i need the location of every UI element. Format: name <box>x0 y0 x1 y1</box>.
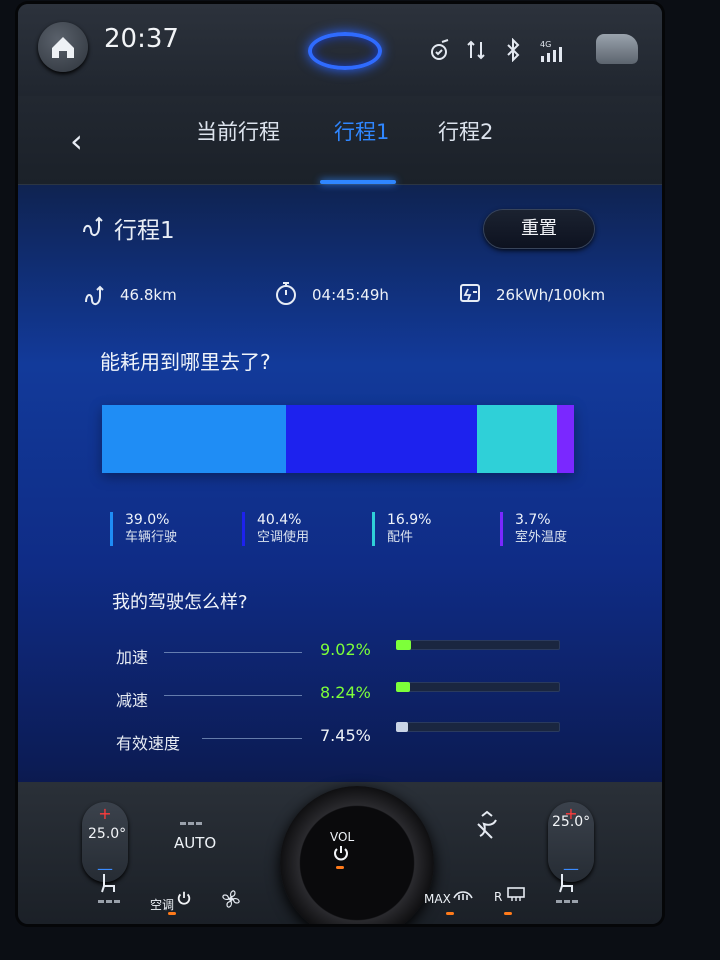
efficient-speed-value: 7.45% <box>320 726 371 745</box>
power-icon[interactable] <box>332 844 350 866</box>
ac-power-icon[interactable] <box>176 890 192 910</box>
left-temp-plus-icon[interactable]: + <box>82 804 128 823</box>
active-tab-indicator <box>320 180 396 184</box>
left-temp-value: 25.0° <box>88 826 127 842</box>
max-defrost-label[interactable]: MAX <box>424 892 451 906</box>
accel-leader-line <box>164 652 302 653</box>
driving-question: 我的驾驶怎么样? <box>112 592 248 613</box>
route-icon <box>80 214 104 242</box>
efficient-speed-leader-line <box>202 738 302 739</box>
legend-accessories-percent: 16.9% <box>387 512 432 528</box>
efficient-speed-fill <box>396 722 409 732</box>
tab-current-trip[interactable]: 当前行程 <box>196 116 280 146</box>
decel-track <box>396 682 560 692</box>
brand-logo[interactable] <box>308 32 382 70</box>
tab-trip-2[interactable]: 行程2 <box>438 116 493 146</box>
seat-heat-left-icon[interactable] <box>98 872 120 898</box>
cellular-4g-icon: 4G <box>538 38 564 69</box>
legend-ac-label: 空调使用 <box>257 530 310 545</box>
rear-defrost-indicator <box>504 912 512 915</box>
legend-ac-percent: 40.4% <box>257 512 302 528</box>
left-temp-control[interactable]: + — <box>82 802 128 882</box>
accel-fill <box>396 640 411 650</box>
accel-value: 9.02% <box>320 640 371 659</box>
driver-assist-icon <box>428 38 452 67</box>
seat-heat-right-level <box>556 900 578 903</box>
legend-outside-temp-percent: 3.7% <box>515 512 551 528</box>
accel-label: 加速 <box>116 648 149 667</box>
reset-button[interactable]: 重置 <box>484 210 594 248</box>
ac-label: 空调 <box>150 898 175 912</box>
seat-heat-right-icon[interactable] <box>556 872 578 898</box>
energy-segment-outside-temp <box>556 405 574 473</box>
auto-indicator-dots <box>180 822 202 825</box>
bluetooth-icon <box>502 37 524 67</box>
energy-distribution-bar <box>102 405 574 473</box>
legend-accessories: 16.9% 配件 <box>372 512 431 546</box>
energy-question: 能耗用到哪里去了? <box>100 350 271 374</box>
legend-outside-temp-label: 室外温度 <box>515 530 568 545</box>
energy-consumption: 26kWh/100km <box>496 286 606 304</box>
legend-driving-label: 车辆行驶 <box>125 530 178 545</box>
rear-defrost-label[interactable]: R <box>494 890 502 904</box>
infotainment-screen: 20:37 4G ‹ 当前行程 行程1 行程2 行程1 重置 46.8km 04… <box>18 4 662 924</box>
front-defrost-icon[interactable] <box>452 886 474 908</box>
home-icon <box>52 37 74 58</box>
legend-driving-percent: 39.0% <box>125 512 170 528</box>
ac-indicator <box>168 912 176 915</box>
energy-segment-driving <box>102 405 287 473</box>
distance-icon <box>82 282 106 310</box>
fan-speed-icon[interactable] <box>220 888 242 914</box>
svg-text:4G: 4G <box>540 40 551 49</box>
energy-segment-ac <box>286 405 477 473</box>
efficient-speed-track <box>396 722 560 732</box>
auto-button[interactable]: AUTO <box>174 834 216 852</box>
clock: 20:37 <box>104 24 179 54</box>
stopwatch-icon <box>274 280 298 310</box>
vol-label: VOL <box>330 830 355 844</box>
back-chevron-icon[interactable]: ‹ <box>70 122 83 160</box>
tab-trip-1[interactable]: 行程1 <box>334 116 389 146</box>
rear-defrost-icon[interactable] <box>506 886 526 906</box>
fan-settings-icon[interactable] <box>474 810 500 846</box>
trip-title: 行程1 <box>114 218 175 244</box>
trip-duration: 04:45:49h <box>312 286 389 304</box>
legend-ac: 40.4% 空调使用 <box>242 512 309 546</box>
energy-consumption-icon <box>458 280 484 310</box>
efficient-speed-label: 有效速度 <box>116 734 181 753</box>
decel-label: 减速 <box>116 691 149 710</box>
power-indicator <box>336 866 344 869</box>
legend-accessories-label: 配件 <box>387 530 414 545</box>
right-temp-value: 25.0° <box>552 814 591 830</box>
max-defrost-indicator <box>446 912 454 915</box>
signal-direction-icon <box>464 38 488 67</box>
energy-segment-accessories <box>476 405 557 473</box>
seat-heat-left-level <box>98 900 120 903</box>
legend-driving: 39.0% 车辆行驶 <box>110 512 177 546</box>
legend-outside-temp: 3.7% 室外温度 <box>500 512 567 546</box>
decel-value: 8.24% <box>320 683 371 702</box>
home-button[interactable] <box>38 22 88 72</box>
accel-track <box>396 640 560 650</box>
trip-distance: 46.8km <box>120 286 177 304</box>
decel-fill <box>396 682 410 692</box>
vehicle-icon[interactable] <box>596 34 638 64</box>
decel-leader-line <box>164 695 302 696</box>
